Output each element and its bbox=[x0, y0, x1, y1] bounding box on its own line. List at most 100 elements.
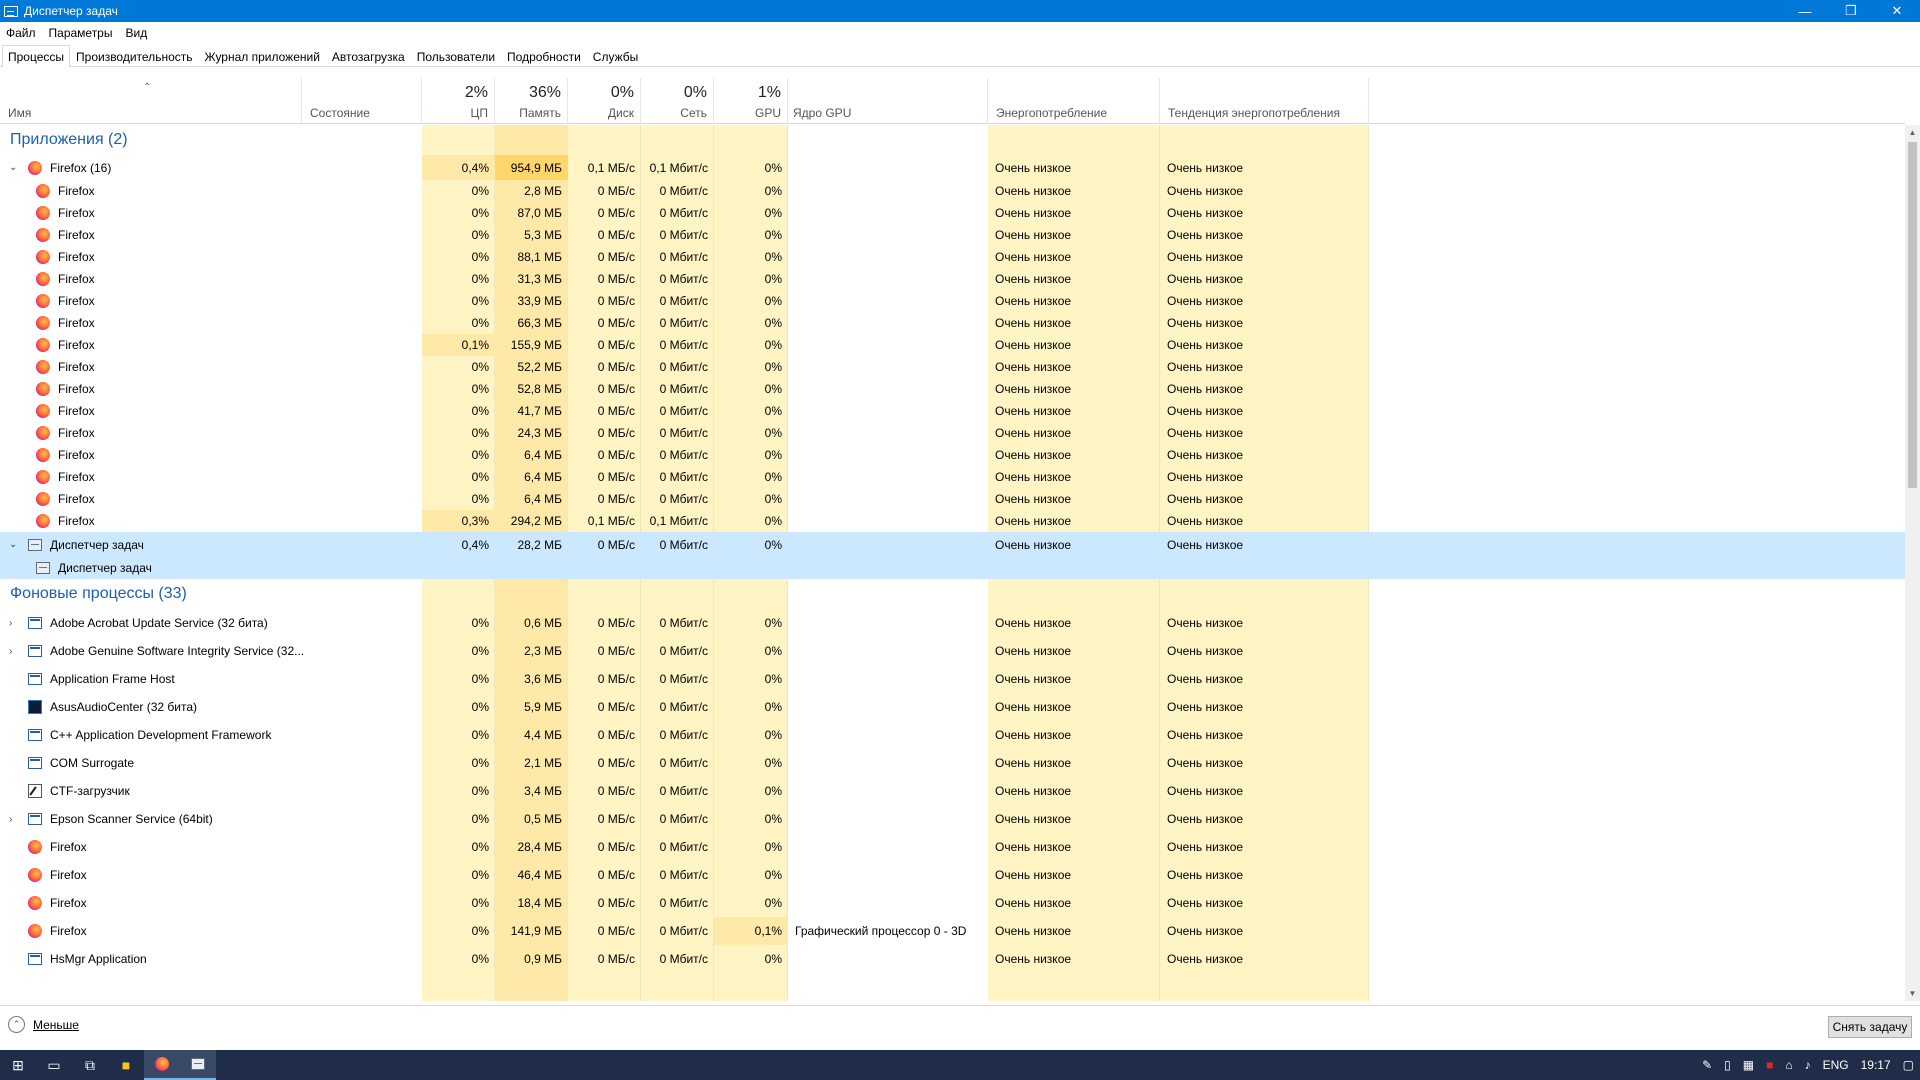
column-memory-header[interactable]: 36% Память bbox=[495, 78, 568, 124]
notification-icon[interactable]: ▢ bbox=[1903, 1058, 1914, 1072]
process-row[interactable]: CTF-загрузчик 0% 3,4 МБ 0 МБ/с 0 Мбит/с 0% Оче… bbox=[0, 777, 1905, 805]
process-row[interactable]: Диспетчер задач bbox=[0, 557, 1905, 579]
process-row[interactable]: ⌄ Диспетчер задач 0,4% 28,2 МБ 0 МБ/с 0 Мбит/… bbox=[0, 532, 1905, 557]
process-row[interactable]: Firefox 0% 6,4 МБ 0 МБ/с 0 Мбит/с 0% Очень низ… bbox=[0, 488, 1905, 510]
vertical-scrollbar[interactable]: ▲ ▼ bbox=[1905, 125, 1920, 1001]
cell-power: Очень низкое bbox=[995, 316, 1072, 330]
cell-engine bbox=[788, 290, 988, 312]
column-power-header[interactable]: Энергопотребление bbox=[988, 78, 1160, 124]
process-row[interactable]: Firefox 0% 18,4 МБ 0 МБ/с 0 Мбит/с 0% Очень ни… bbox=[0, 889, 1905, 917]
tab-processes[interactable]: Процессы bbox=[2, 45, 71, 67]
tab-users[interactable]: Пользователи bbox=[411, 46, 501, 66]
scroll-thumb[interactable] bbox=[1908, 142, 1917, 488]
app-tray-icon[interactable]: ▦ bbox=[1743, 1058, 1754, 1072]
chevron-down-icon[interactable]: ⌄ bbox=[9, 155, 19, 180]
cell-trend: Очень низкое bbox=[1167, 338, 1244, 352]
cell-trend: Очень низкое bbox=[1167, 426, 1244, 440]
column-disk-header[interactable]: 0% Диск bbox=[568, 78, 641, 124]
process-row[interactable]: AsusAudioCenter (32 бита) 0% 5,9 МБ 0 МБ/с 0… bbox=[0, 693, 1905, 721]
process-row[interactable]: Firefox 0% 141,9 МБ 0 МБ/с 0 Мбит/с 0,1% Графи… bbox=[0, 917, 1905, 945]
process-row[interactable]: › Adobe Genuine Software Integrity Servic… bbox=[0, 637, 1905, 665]
minimize-button[interactable]: — bbox=[1782, 0, 1828, 22]
process-row[interactable]: Firefox 0% 6,4 МБ 0 МБ/с 0 Мбит/с 0% Очень низ… bbox=[0, 444, 1905, 466]
process-row[interactable]: Firefox 0% 66,3 МБ 0 МБ/с 0 Мбит/с 0% Очень ни… bbox=[0, 312, 1905, 334]
process-row[interactable]: Firefox 0% 5,3 МБ 0 МБ/с 0 Мбит/с 0% Очень низ… bbox=[0, 224, 1905, 246]
cell-engine bbox=[788, 749, 988, 777]
close-button[interactable]: ✕ bbox=[1874, 0, 1920, 22]
start-icon[interactable]: ⊞ bbox=[0, 1050, 36, 1080]
task-view-icon[interactable]: ⧉ bbox=[72, 1050, 108, 1080]
column-power-trend-header[interactable]: Тенденция энергопотребления bbox=[1160, 78, 1369, 124]
sticky-app-icon[interactable]: ■ bbox=[108, 1050, 144, 1080]
cell-engine bbox=[788, 889, 988, 917]
process-row[interactable]: Firefox 0% 87,0 МБ 0 МБ/с 0 Мбит/с 0% Очень ни… bbox=[0, 202, 1905, 224]
process-row[interactable]: Firefox 0% 88,1 МБ 0 МБ/с 0 Мбит/с 0% Очень ни… bbox=[0, 246, 1905, 268]
process-row[interactable]: HsMgr Application 0% 0,9 МБ 0 МБ/с 0 Мбит/с 0… bbox=[0, 945, 1905, 973]
process-row[interactable]: Application Frame Host 0% 3,6 МБ 0 МБ/с 0 Мб… bbox=[0, 665, 1905, 693]
column-cpu-header[interactable]: 2% ЦП bbox=[422, 78, 495, 124]
process-row[interactable]: Firefox 0% 6,4 МБ 0 МБ/с 0 Мбит/с 0% Очень низ… bbox=[0, 466, 1905, 488]
chevron-right-icon[interactable]: › bbox=[9, 637, 19, 665]
menu-options[interactable]: Параметры bbox=[49, 26, 113, 40]
tab-app-history[interactable]: Журнал приложений bbox=[199, 46, 326, 66]
chevron-right-icon[interactable]: › bbox=[9, 609, 19, 637]
chevron-right-icon[interactable]: › bbox=[9, 805, 19, 833]
adobe-tray-icon[interactable]: ■ bbox=[1766, 1058, 1773, 1072]
column-gpu-engine-header[interactable]: Ядро GPU bbox=[788, 78, 988, 124]
clock[interactable]: 19:17 bbox=[1861, 1058, 1891, 1072]
column-status-header[interactable]: Состояние bbox=[302, 78, 422, 124]
firefox-taskbar-icon[interactable] bbox=[144, 1050, 180, 1080]
cell-net: 0 Мбит/с bbox=[659, 812, 708, 826]
process-row[interactable]: Firefox 0% 24,3 МБ 0 МБ/с 0 Мбит/с 0% Очень ни… bbox=[0, 422, 1905, 444]
cell-cpu: 0% bbox=[471, 728, 489, 742]
tab-startup[interactable]: Автозагрузка bbox=[326, 46, 411, 66]
process-row[interactable]: Firefox 0% 52,2 МБ 0 МБ/с 0 Мбит/с 0% Очень ни… bbox=[0, 356, 1905, 378]
cell-cpu: 0% bbox=[471, 228, 489, 242]
restore-button[interactable]: ❐ bbox=[1828, 0, 1874, 22]
end-task-button[interactable]: Снять задачу bbox=[1828, 1016, 1912, 1038]
menu-file[interactable]: Файл bbox=[6, 26, 36, 40]
column-name-header[interactable]: ⌃ Имя bbox=[0, 78, 302, 124]
process-row[interactable]: Firefox 0,1% 155,9 МБ 0 МБ/с 0 Мбит/с 0% Очень… bbox=[0, 334, 1905, 356]
process-row[interactable]: › Epson Scanner Service (64bit) 0% 0,5 МБ 0 … bbox=[0, 805, 1905, 833]
file-explorer-icon[interactable]: ▭ bbox=[36, 1050, 72, 1080]
pen-icon[interactable]: ✎ bbox=[1702, 1058, 1712, 1072]
cell-net: 0 Мбит/с bbox=[659, 206, 708, 220]
process-row[interactable]: Firefox 0% 31,3 МБ 0 МБ/с 0 Мбит/с 0% Очень ни… bbox=[0, 268, 1905, 290]
scroll-down-icon[interactable]: ▼ bbox=[1905, 986, 1920, 1001]
volume-icon[interactable]: ♪ bbox=[1805, 1058, 1811, 1072]
cell-power: Очень низкое bbox=[995, 868, 1072, 882]
tab-details[interactable]: Подробности bbox=[501, 46, 587, 66]
process-row[interactable]: Firefox 0,3% 294,2 МБ 0,1 МБ/с 0,1 Мбит/с 0% О… bbox=[0, 510, 1905, 532]
process-row[interactable]: Firefox 0% 2,8 МБ 0 МБ/с 0 Мбит/с 0% Очень низ… bbox=[0, 180, 1905, 202]
tab-services[interactable]: Службы bbox=[587, 46, 644, 66]
cell-net: 0 Мбит/с bbox=[659, 250, 708, 264]
chevron-down-icon[interactable]: ⌄ bbox=[9, 532, 19, 557]
tab-performance[interactable]: Производительность bbox=[70, 46, 198, 66]
menu-view[interactable]: Вид bbox=[125, 26, 147, 40]
taskmgr-taskbar-icon[interactable] bbox=[180, 1050, 216, 1080]
notes-icon[interactable]: ▯ bbox=[1724, 1058, 1731, 1072]
process-row[interactable]: C++ Application Development Framework 0% 4… bbox=[0, 721, 1905, 749]
process-row[interactable]: › Adobe Acrobat Update Service (32 бита) 0… bbox=[0, 609, 1905, 637]
process-row[interactable]: Firefox 0% 41,7 МБ 0 МБ/с 0 Мбит/с 0% Очень ни… bbox=[0, 400, 1905, 422]
process-row[interactable]: Firefox 0% 33,9 МБ 0 МБ/с 0 Мбит/с 0% Очень ни… bbox=[0, 290, 1905, 312]
column-gpu-header[interactable]: 1% GPU bbox=[714, 78, 788, 124]
process-row[interactable]: Firefox 0% 52,8 МБ 0 МБ/с 0 Мбит/с 0% Очень ни… bbox=[0, 378, 1905, 400]
process-name: Firefox bbox=[58, 514, 95, 528]
cell-gpu: 0% bbox=[764, 840, 782, 854]
cell-trend: Очень низкое bbox=[1167, 812, 1244, 826]
process-row[interactable]: COM Surrogate 0% 2,1 МБ 0 МБ/с 0 Мбит/с 0% Оче… bbox=[0, 749, 1905, 777]
language-indicator[interactable]: ENG bbox=[1823, 1058, 1849, 1072]
fewer-details-button[interactable]: ⌃ Меньше bbox=[8, 1016, 79, 1033]
column-network-header[interactable]: 0% Сеть bbox=[641, 78, 714, 124]
cell-cpu: 0% bbox=[471, 952, 489, 966]
process-row[interactable]: Firefox 0% 46,4 МБ 0 МБ/с 0 Мбит/с 0% Очень ни… bbox=[0, 861, 1905, 889]
cell-engine bbox=[788, 609, 988, 637]
process-row[interactable]: Firefox 0% 28,4 МБ 0 МБ/с 0 Мбит/с 0% Очень ни… bbox=[0, 833, 1905, 861]
cell-mem: 88,1 МБ bbox=[517, 250, 562, 264]
cell-net: 0 Мбит/с bbox=[659, 784, 708, 798]
process-row[interactable]: ⌄ Firefox (16) 0,4% 954,9 МБ 0,1 МБ/с 0,1 Мби… bbox=[0, 155, 1905, 180]
network-icon[interactable]: ⌂ bbox=[1785, 1058, 1792, 1072]
scroll-up-icon[interactable]: ▲ bbox=[1905, 125, 1920, 140]
